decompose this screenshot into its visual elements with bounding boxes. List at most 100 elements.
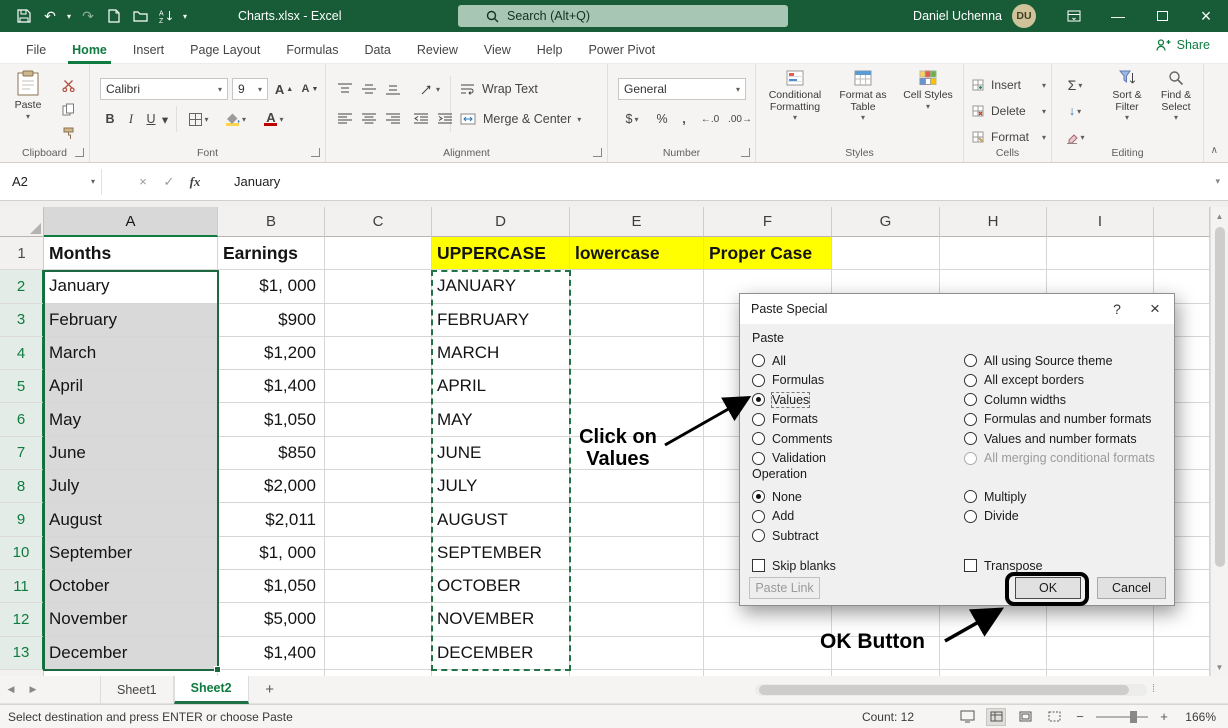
normal-view-button[interactable]	[986, 708, 1006, 726]
number-dialog-launcher[interactable]	[741, 148, 750, 157]
undo-button[interactable]: ↶	[38, 3, 62, 29]
row-header-12[interactable]: 12	[0, 603, 44, 636]
cell-C4[interactable]	[325, 337, 432, 370]
open-folder-button[interactable]	[128, 3, 152, 29]
cell-B10[interactable]: $1, 000	[218, 537, 325, 570]
row-header-7[interactable]: 7	[0, 437, 44, 470]
column-header-a[interactable]: A	[44, 207, 218, 237]
cancel-button[interactable]: Cancel	[1097, 577, 1166, 599]
undo-dropdown[interactable]: ▾	[64, 3, 74, 29]
cell-B7[interactable]: $850	[218, 437, 325, 470]
cell-E2[interactable]	[570, 270, 704, 303]
cell-B11[interactable]: $1,050	[218, 570, 325, 603]
cell-B13[interactable]: $1,400	[218, 637, 325, 670]
row-header-5[interactable]: 5	[0, 370, 44, 403]
orientation-button[interactable]: ▾	[414, 78, 446, 100]
column-header-e[interactable]: E	[570, 207, 704, 237]
cell-A4[interactable]: March	[44, 337, 218, 370]
cell-A1[interactable]: Months	[44, 237, 218, 270]
cell-E13[interactable]	[570, 637, 704, 670]
cell-C9[interactable]	[325, 503, 432, 536]
ok-button[interactable]: OK	[1015, 577, 1081, 599]
cell-D11[interactable]: OCTOBER	[432, 570, 570, 603]
page-layout-view-button[interactable]	[1015, 708, 1035, 726]
cell-j1[interactable]	[1154, 237, 1210, 270]
cell-B5[interactable]: $1,400	[218, 370, 325, 403]
align-center-button[interactable]	[358, 108, 380, 130]
cell-A3[interactable]: February	[44, 304, 218, 337]
cell-D4[interactable]: MARCH	[432, 337, 570, 370]
delete-cells-button[interactable]: Delete▾	[972, 100, 1046, 122]
cell-C1[interactable]	[325, 237, 432, 270]
clear-button[interactable]: ▾	[1058, 126, 1092, 148]
cell-C5[interactable]	[325, 370, 432, 403]
ribbon-tab-view[interactable]: View	[471, 35, 524, 64]
column-header-i[interactable]: I	[1047, 207, 1154, 237]
vertical-scrollbar[interactable]: ▲ ▼	[1210, 207, 1228, 676]
cell-C2[interactable]	[325, 270, 432, 303]
alignment-dialog-launcher[interactable]	[593, 148, 602, 157]
radio-formulas-and-number-formats[interactable]: Formulas and number formats	[964, 410, 1162, 430]
row-header-13[interactable]: 13	[0, 637, 44, 670]
cell-A8[interactable]: July	[44, 470, 218, 503]
format-painter-button[interactable]	[56, 122, 80, 144]
row-header-1[interactable]: 1	[0, 237, 44, 270]
cell-j13[interactable]	[1154, 637, 1210, 670]
cell-C7[interactable]	[325, 437, 432, 470]
cell-D7[interactable]: JUNE	[432, 437, 570, 470]
cell-D2[interactable]: JANUARY	[432, 270, 570, 303]
sort-button[interactable]: AZ	[154, 3, 178, 29]
vertical-scroll-thumb[interactable]	[1215, 227, 1225, 567]
cell-H12[interactable]	[940, 603, 1047, 636]
cell-B6[interactable]: $1,050	[218, 403, 325, 436]
cell-D5[interactable]: APRIL	[432, 370, 570, 403]
close-button[interactable]: ×	[1184, 0, 1228, 32]
avatar[interactable]: DU	[1012, 4, 1036, 28]
decrease-indent-button[interactable]	[410, 108, 432, 130]
font-name-combo[interactable]: Calibri▾	[100, 78, 228, 100]
cell-C12[interactable]	[325, 603, 432, 636]
cell-E5[interactable]	[570, 370, 704, 403]
cell-A6[interactable]: May	[44, 403, 218, 436]
cell-C6[interactable]	[325, 403, 432, 436]
radio-multiply[interactable]: Multiply	[964, 487, 1162, 507]
row-header-10[interactable]: 10	[0, 537, 44, 570]
share-button[interactable]: Share	[1156, 38, 1210, 52]
cell-C3[interactable]	[325, 304, 432, 337]
horizontal-scrollbar[interactable]	[755, 684, 1147, 696]
cell-B8[interactable]: $2,000	[218, 470, 325, 503]
decrease-decimal-button[interactable]: .00→	[726, 108, 754, 130]
ribbon-tab-help[interactable]: Help	[524, 35, 576, 64]
cell-A12[interactable]: November	[44, 603, 218, 636]
cell-E9[interactable]	[570, 503, 704, 536]
cut-button[interactable]	[56, 74, 80, 96]
cell-E3[interactable]	[570, 304, 704, 337]
cell-D10[interactable]: SEPTEMBER	[432, 537, 570, 570]
autosum-button[interactable]: Σ▾	[1058, 74, 1092, 96]
ribbon-tab-power-pivot[interactable]: Power Pivot	[575, 35, 668, 64]
italic-button[interactable]: I	[122, 108, 140, 130]
sheet-prev-button[interactable]: ◀	[0, 676, 22, 704]
cell-A9[interactable]: August	[44, 503, 218, 536]
new-sheet-button[interactable]: +	[259, 679, 281, 701]
radio-all[interactable]: All	[752, 351, 964, 371]
cell-D8[interactable]: JULY	[432, 470, 570, 503]
cell-F1[interactable]: Proper Case	[704, 237, 832, 270]
cell-E1[interactable]: lowercase	[570, 237, 704, 270]
radio-formulas[interactable]: Formulas	[752, 371, 964, 391]
fill-color-button[interactable]: ▾	[220, 108, 252, 130]
cell-D6[interactable]: MAY	[432, 403, 570, 436]
align-right-button[interactable]	[382, 108, 404, 130]
cell-B1[interactable]: Earnings	[218, 237, 325, 270]
cell-A10[interactable]: September	[44, 537, 218, 570]
clipboard-dialog-launcher[interactable]	[75, 148, 84, 157]
cell-B2[interactable]: $1, 000	[218, 270, 325, 303]
cell-A5[interactable]: April	[44, 370, 218, 403]
cell-I1[interactable]	[1047, 237, 1154, 270]
row-header-4[interactable]: 4	[0, 337, 44, 370]
cell-E11[interactable]	[570, 570, 704, 603]
sheet-next-button[interactable]: ▶	[22, 676, 44, 704]
wrap-text-button[interactable]: Wrap Text	[460, 78, 570, 100]
cell-H1[interactable]	[940, 237, 1047, 270]
dialog-title-bar[interactable]: Paste Special ? ×	[740, 294, 1174, 324]
